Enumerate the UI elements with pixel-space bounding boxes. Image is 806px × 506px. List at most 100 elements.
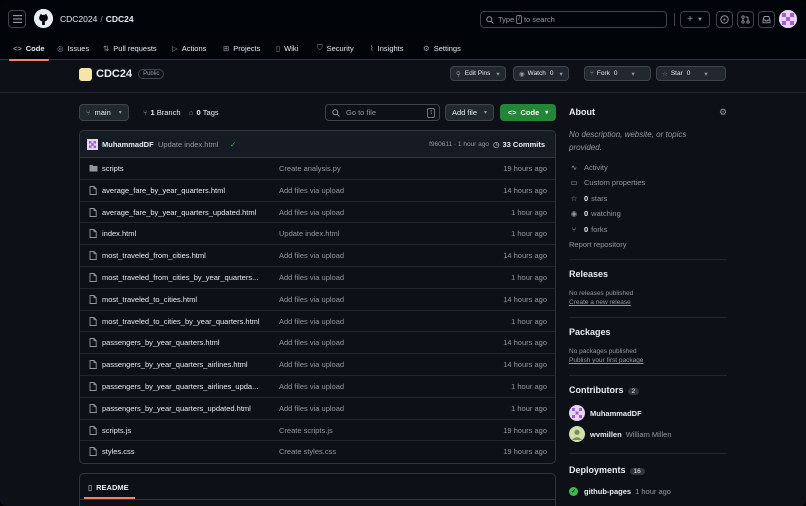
- commits-link[interactable]: ◷ 33 Commits: [493, 140, 545, 149]
- commit-sha-time[interactable]: f960611 · 1 hour ago: [429, 141, 489, 148]
- table-row[interactable]: passengers_by_year_quarters.html Add file…: [80, 332, 555, 355]
- table-row[interactable]: most_traveled_from_cities.html Add files …: [80, 245, 555, 267]
- breadcrumb-owner[interactable]: CDC2024: [60, 14, 97, 24]
- table-row[interactable]: passengers_by_year_quarters_updated.html…: [80, 398, 555, 420]
- file-name[interactable]: average_fare_by_year_quarters_updated.ht…: [102, 208, 264, 217]
- tags-link[interactable]: ⌂ 0 Tags: [189, 108, 219, 117]
- commits-count: 33 Commits: [502, 140, 545, 149]
- add-file-button[interactable]: Add file ▾: [445, 104, 495, 121]
- branch-select-button[interactable]: ⑂ main ▾: [79, 104, 129, 121]
- report-repository-link[interactable]: Report repository: [569, 240, 627, 249]
- fork-button[interactable]: ⑂ Fork 0 ▾: [584, 66, 651, 81]
- packages-heading[interactable]: Packages: [569, 327, 611, 337]
- watch-button[interactable]: ◉ Watch 0 ▾: [513, 66, 569, 81]
- table-row[interactable]: most_traveled_from_cities_by_year_quarte…: [80, 267, 555, 289]
- tab-label: Code: [25, 43, 45, 53]
- go-to-file-input[interactable]: Go to file t: [325, 104, 440, 121]
- deployment-item[interactable]: ✓ github-pages 1 hour ago: [569, 487, 671, 496]
- table-row[interactable]: passengers_by_year_quarters_airlines_upd…: [80, 376, 555, 398]
- file-name[interactable]: scripts: [102, 164, 264, 173]
- publish-package-link[interactable]: Publish your first package: [569, 357, 643, 364]
- table-row[interactable]: index.html Update index.html 1 hour ago: [80, 223, 555, 246]
- table-row[interactable]: most_traveled_to_cities_by_year_quarters…: [80, 311, 555, 333]
- file-commit-message[interactable]: Add files via upload: [279, 360, 344, 369]
- file-name[interactable]: scripts.js: [102, 426, 264, 435]
- table-row[interactable]: most_traveled_to_cities.html Add files vi…: [80, 289, 555, 311]
- file-icon: [89, 382, 97, 391]
- breadcrumb-repo[interactable]: CDC24: [106, 14, 134, 24]
- contributors-heading[interactable]: Contributors 2: [569, 385, 640, 395]
- check-icon[interactable]: ✓: [230, 140, 236, 149]
- file-commit-message[interactable]: Create analysis.py: [279, 164, 341, 173]
- table-row[interactable]: styles.css Create styles.css 19 hours ago: [80, 441, 555, 463]
- forks-link[interactable]: ⑂ 0 forks: [569, 225, 608, 234]
- create-release-link[interactable]: Create a new release: [569, 299, 631, 306]
- tab-settings[interactable]: ⚙ Settings: [423, 36, 461, 60]
- issues-button[interactable]: [716, 11, 733, 28]
- file-commit-message[interactable]: Add files via upload: [279, 186, 344, 195]
- file-commit-message[interactable]: Add files via upload: [279, 317, 344, 326]
- contributor-item[interactable]: wvmillen William Millen: [569, 426, 672, 442]
- tab-insights[interactable]: ⌇ Insights: [370, 36, 404, 60]
- file-name[interactable]: average_fare_by_year_quarters.html: [102, 186, 264, 195]
- edit-pins-button[interactable]: ⚲ Edit Pins ▾: [450, 66, 506, 81]
- user-avatar[interactable]: [779, 10, 797, 28]
- search-input[interactable]: Type / to search: [480, 11, 667, 28]
- file-commit-message[interactable]: Update index.html: [279, 229, 339, 238]
- stars-link[interactable]: ☆ 0 stars: [569, 194, 608, 203]
- menu-button[interactable]: [8, 10, 26, 28]
- commit-message[interactable]: Update index.html: [158, 140, 218, 149]
- file-name[interactable]: most_traveled_to_cities.html: [102, 295, 264, 304]
- tab-code[interactable]: <> Code: [9, 36, 48, 61]
- readme-tab[interactable]: ▯ README: [84, 483, 135, 499]
- file-name[interactable]: styles.css: [102, 447, 264, 456]
- watching-link[interactable]: ◉ 0 watching: [569, 209, 621, 218]
- file-commit-message[interactable]: Create styles.css: [279, 447, 336, 456]
- tab-security[interactable]: ⛉ Security: [317, 36, 354, 60]
- file-commit-message[interactable]: Add files via upload: [279, 382, 344, 391]
- star-button[interactable]: ☆ Star 0 ▾: [656, 66, 726, 81]
- file-name[interactable]: passengers_by_year_quarters_airlines.htm…: [102, 360, 264, 369]
- table-row[interactable]: average_fare_by_year_quarters_updated.ht…: [80, 202, 555, 224]
- table-row[interactable]: scripts.js Create scripts.js 19 hours ago: [80, 420, 555, 442]
- deployments-heading[interactable]: Deployments 16: [569, 465, 645, 475]
- file-name[interactable]: most_traveled_from_cities_by_year_quarte…: [102, 273, 264, 282]
- chevron-down-icon: ▾: [484, 110, 488, 116]
- activity-link[interactable]: ∿ Activity: [569, 163, 608, 172]
- releases-heading[interactable]: Releases: [569, 269, 608, 279]
- repo-name[interactable]: CDC24: [96, 68, 132, 80]
- commit-author-avatar[interactable]: [87, 139, 98, 150]
- file-name[interactable]: most_traveled_from_cities.html: [102, 251, 264, 260]
- pull-requests-button[interactable]: [737, 11, 754, 28]
- tab-issues[interactable]: ◎ Issues: [57, 36, 89, 60]
- create-new-button[interactable]: + ▼: [680, 11, 710, 28]
- file-commit-message[interactable]: Create scripts.js: [279, 426, 333, 435]
- file-name[interactable]: passengers_by_year_quarters_updated.html: [102, 404, 264, 413]
- commit-author[interactable]: MuhammadDF: [102, 140, 154, 149]
- file-name[interactable]: passengers_by_year_quarters_airlines_upd…: [102, 382, 264, 391]
- file-commit-message[interactable]: Add files via upload: [279, 273, 344, 282]
- file-commit-message[interactable]: Add files via upload: [279, 251, 344, 260]
- tab-projects[interactable]: ⊞ Projects: [223, 36, 260, 60]
- table-row[interactable]: average_fare_by_year_quarters.html Add fi…: [80, 180, 555, 202]
- file-name[interactable]: most_traveled_to_cities_by_year_quarters…: [102, 317, 264, 326]
- file-commit-message[interactable]: Add files via upload: [279, 295, 344, 304]
- gear-icon[interactable]: ⚙: [719, 107, 727, 118]
- inbox-button[interactable]: [758, 11, 775, 28]
- table-row[interactable]: passengers_by_year_quarters_airlines.htm…: [80, 354, 555, 376]
- tab-wiki[interactable]: ▯ Wiki: [276, 36, 298, 60]
- tab-pull-requests[interactable]: ⇅ Pull requests: [103, 36, 157, 60]
- github-logo-icon[interactable]: [34, 9, 53, 28]
- file-commit-message[interactable]: Add files via upload: [279, 338, 344, 347]
- file-commit-message[interactable]: Add files via upload: [279, 208, 344, 217]
- code-button[interactable]: <> Code ▾: [500, 104, 556, 121]
- tab-actions[interactable]: ▷ Actions: [172, 36, 206, 60]
- file-name[interactable]: index.html: [102, 229, 264, 238]
- table-row[interactable]: scripts Create analysis.py 19 hours ago: [80, 158, 555, 180]
- contributor-item[interactable]: MuhammadDF: [569, 405, 646, 421]
- file-name[interactable]: passengers_by_year_quarters.html: [102, 338, 264, 347]
- file-commit-message[interactable]: Add files via upload: [279, 404, 344, 413]
- branches-link[interactable]: ⑂ 1 Branch: [143, 108, 181, 117]
- custom-properties-link[interactable]: ▭ Custom properties: [569, 178, 645, 187]
- check-circle-icon: ✓: [569, 487, 578, 496]
